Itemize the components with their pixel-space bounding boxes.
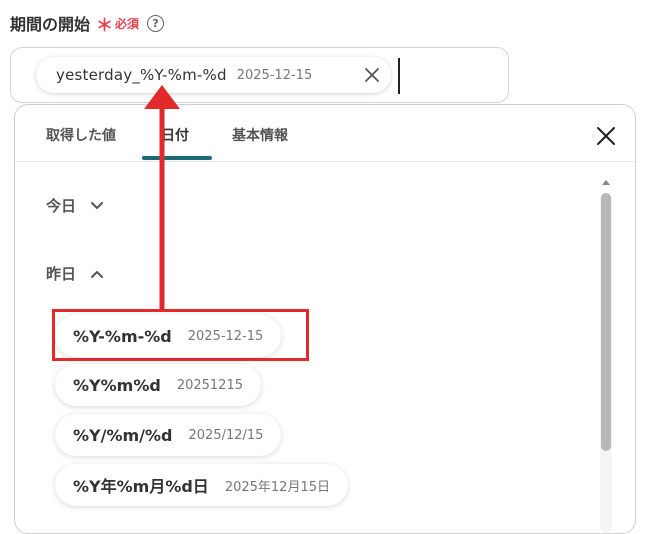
annotation-arrow-icon: [144, 85, 180, 311]
required-text: 必須: [115, 16, 140, 31]
section-yesterday-label: 昨日: [46, 265, 77, 283]
scrollbar-thumb[interactable]: [601, 193, 611, 451]
item-value: 20251215: [176, 377, 243, 393]
item-label: %Y/%m/%d: [73, 425, 173, 445]
list-item[interactable]: %Y%m%d 20251215: [55, 364, 261, 406]
section-today-label: 今日: [46, 197, 77, 215]
help-icon[interactable]: ?: [147, 14, 165, 32]
chip-label: yesterday_%Y-%m-%d: [56, 66, 227, 84]
tab-bar: 取得した値 日付 基本情報: [15, 105, 635, 162]
item-label: %Y%m%d: [73, 375, 161, 395]
list-item[interactable]: %Y年%m月%d日 2025年12月15日: [55, 464, 348, 506]
close-icon[interactable]: [595, 125, 617, 147]
required-mark: ＊: [96, 15, 114, 36]
text-caret: [398, 58, 400, 94]
chip-remove-icon[interactable]: [363, 66, 381, 84]
chip-value: 2025-12-15: [236, 67, 313, 83]
item-label: %Y年%m月%d日: [73, 477, 209, 496]
list-item[interactable]: %Y/%m/%d 2025/12/15: [55, 414, 282, 456]
date-start-input[interactable]: yesterday_%Y-%m-%d 2025-12-15: [10, 47, 509, 103]
item-value: 2025/12/15: [188, 427, 264, 443]
section-yesterday[interactable]: 昨日: [46, 263, 104, 284]
item-value: 2025年12月15日: [224, 479, 330, 495]
field-label: 期間の開始: [10, 15, 91, 34]
highlight-box: [52, 309, 309, 361]
section-today[interactable]: 今日: [46, 195, 104, 216]
chevron-up-icon: [91, 270, 104, 278]
tab-fetched-values[interactable]: 取得した値: [46, 125, 116, 145]
tab-basic-info[interactable]: 基本情報: [232, 125, 288, 145]
chevron-down-icon: [91, 201, 104, 209]
scroll-up-arrow-icon[interactable]: [600, 177, 612, 187]
field-label-row: 期間の開始 ＊ 必須 ?: [10, 10, 165, 36]
selected-value-chip[interactable]: yesterday_%Y-%m-%d 2025-12-15: [36, 57, 391, 93]
